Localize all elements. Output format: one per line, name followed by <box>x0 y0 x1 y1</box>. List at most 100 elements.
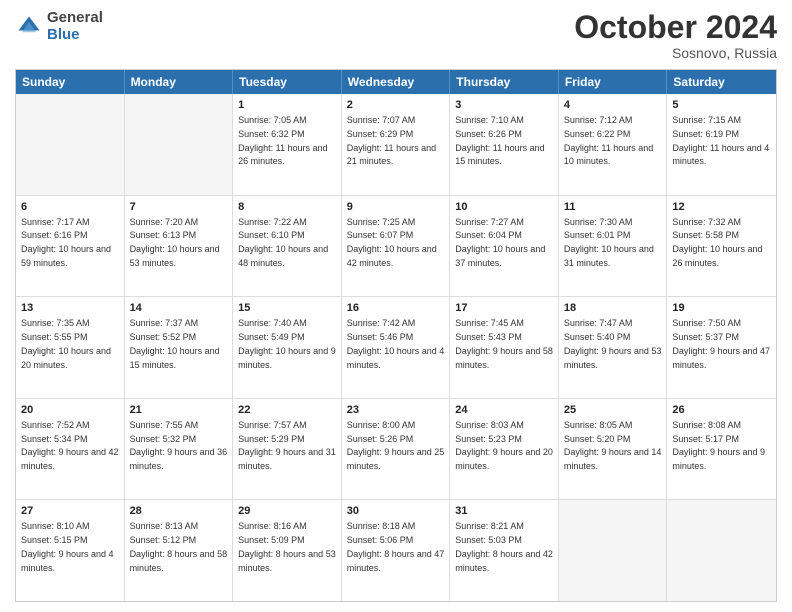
day-number: 14 <box>130 301 228 316</box>
calendar-row-1: 6 Sunrise: 7:17 AM Sunset: 6:16 PM Daylig… <box>16 196 776 298</box>
sun-info: Sunrise: 8:13 AM Sunset: 5:12 PM Dayligh… <box>130 521 228 572</box>
day-cell-19: 19 Sunrise: 7:50 AM Sunset: 5:37 PM Dayli… <box>667 297 776 398</box>
sun-info: Sunrise: 7:57 AM Sunset: 5:29 PM Dayligh… <box>238 420 336 471</box>
sun-info: Sunrise: 8:21 AM Sunset: 5:03 PM Dayligh… <box>455 521 553 572</box>
sun-info: Sunrise: 8:16 AM Sunset: 5:09 PM Dayligh… <box>238 521 336 572</box>
day-number: 20 <box>21 403 119 418</box>
sun-info: Sunrise: 8:00 AM Sunset: 5:26 PM Dayligh… <box>347 420 445 471</box>
day-number: 19 <box>672 301 771 316</box>
day-number: 2 <box>347 98 445 113</box>
location: Sosnovo, Russia <box>574 45 777 61</box>
day-cell-1: 1 Sunrise: 7:05 AM Sunset: 6:32 PM Daylig… <box>233 94 342 195</box>
logo-general-text: General <box>47 9 103 26</box>
day-cell-28: 28 Sunrise: 8:13 AM Sunset: 5:12 PM Dayli… <box>125 500 234 601</box>
sun-info: Sunrise: 8:03 AM Sunset: 5:23 PM Dayligh… <box>455 420 553 471</box>
sun-info: Sunrise: 7:10 AM Sunset: 6:26 PM Dayligh… <box>455 115 544 166</box>
sun-info: Sunrise: 7:30 AM Sunset: 6:01 PM Dayligh… <box>564 217 654 268</box>
day-cell-14: 14Sunrise: 7:37 AM Sunset: 5:52 PM Dayli… <box>125 297 234 398</box>
day-number: 8 <box>238 200 336 215</box>
day-cell-13: 13Sunrise: 7:35 AM Sunset: 5:55 PM Dayli… <box>16 297 125 398</box>
weekday-header-saturday: Saturday <box>667 70 776 94</box>
day-number: 28 <box>130 504 228 519</box>
day-number: 22 <box>238 403 336 418</box>
day-cell-29: 29Sunrise: 8:16 AM Sunset: 5:09 PM Dayli… <box>233 500 342 601</box>
calendar-header-row: SundayMondayTuesdayWednesdayThursdayFrid… <box>16 70 776 94</box>
month-title: October 2024 <box>574 10 777 45</box>
day-cell-empty-4-5 <box>559 500 668 601</box>
day-number: 3 <box>455 98 553 113</box>
sun-info: Sunrise: 7:20 AM Sunset: 6:13 PM Dayligh… <box>130 217 220 268</box>
day-cell-15: 15 Sunrise: 7:40 AM Sunset: 5:49 PM Dayli… <box>233 297 342 398</box>
sun-info: Sunrise: 7:40 AM Sunset: 5:49 PM Dayligh… <box>238 318 336 369</box>
day-number: 23 <box>347 403 445 418</box>
day-number: 24 <box>455 403 553 418</box>
day-number: 17 <box>455 301 553 316</box>
logo: General Blue <box>15 10 103 43</box>
day-cell-2: 2Sunrise: 7:07 AM Sunset: 6:29 PM Daylig… <box>342 94 451 195</box>
day-number: 30 <box>347 504 445 519</box>
logo-icon <box>15 13 43 41</box>
day-number: 4 <box>564 98 662 113</box>
sun-info: Sunrise: 7:12 AM Sunset: 6:22 PM Dayligh… <box>564 115 653 166</box>
day-cell-18: 18Sunrise: 7:47 AM Sunset: 5:40 PM Dayli… <box>559 297 668 398</box>
day-number: 11 <box>564 200 662 215</box>
sun-info: Sunrise: 8:10 AM Sunset: 5:15 PM Dayligh… <box>21 521 114 572</box>
day-cell-3: 3 Sunrise: 7:10 AM Sunset: 6:26 PM Daylig… <box>450 94 559 195</box>
day-number: 21 <box>130 403 228 418</box>
day-number: 15 <box>238 301 336 316</box>
sun-info: Sunrise: 8:05 AM Sunset: 5:20 PM Dayligh… <box>564 420 662 471</box>
day-number: 9 <box>347 200 445 215</box>
day-cell-empty-0-0 <box>16 94 125 195</box>
day-number: 25 <box>564 403 662 418</box>
day-cell-27: 27 Sunrise: 8:10 AM Sunset: 5:15 PM Dayli… <box>16 500 125 601</box>
day-cell-empty-4-6 <box>667 500 776 601</box>
page: General Blue October 2024 Sosnovo, Russi… <box>0 0 792 612</box>
sun-info: Sunrise: 7:45 AM Sunset: 5:43 PM Dayligh… <box>455 318 553 369</box>
day-cell-6: 6 Sunrise: 7:17 AM Sunset: 6:16 PM Daylig… <box>16 196 125 297</box>
sun-info: Sunrise: 7:47 AM Sunset: 5:40 PM Dayligh… <box>564 318 662 369</box>
day-number: 31 <box>455 504 553 519</box>
weekday-header-friday: Friday <box>559 70 668 94</box>
sun-info: Sunrise: 7:32 AM Sunset: 5:58 PM Dayligh… <box>672 217 762 268</box>
day-cell-30: 30 Sunrise: 8:18 AM Sunset: 5:06 PM Dayli… <box>342 500 451 601</box>
day-cell-4: 4 Sunrise: 7:12 AM Sunset: 6:22 PM Daylig… <box>559 94 668 195</box>
day-cell-empty-0-1 <box>125 94 234 195</box>
day-cell-12: 12 Sunrise: 7:32 AM Sunset: 5:58 PM Dayli… <box>667 196 776 297</box>
sun-info: Sunrise: 7:50 AM Sunset: 5:37 PM Dayligh… <box>672 318 770 369</box>
day-cell-22: 22 Sunrise: 7:57 AM Sunset: 5:29 PM Dayli… <box>233 399 342 500</box>
calendar-body: 1 Sunrise: 7:05 AM Sunset: 6:32 PM Daylig… <box>16 94 776 601</box>
logo-blue-text: Blue <box>47 26 80 43</box>
day-cell-10: 10Sunrise: 7:27 AM Sunset: 6:04 PM Dayli… <box>450 196 559 297</box>
day-cell-20: 20 Sunrise: 7:52 AM Sunset: 5:34 PM Dayli… <box>16 399 125 500</box>
day-number: 12 <box>672 200 771 215</box>
day-cell-16: 16 Sunrise: 7:42 AM Sunset: 5:46 PM Dayli… <box>342 297 451 398</box>
sun-info: Sunrise: 7:15 AM Sunset: 6:19 PM Dayligh… <box>672 115 769 166</box>
calendar: SundayMondayTuesdayWednesdayThursdayFrid… <box>15 69 777 602</box>
sun-info: Sunrise: 7:17 AM Sunset: 6:16 PM Dayligh… <box>21 217 111 268</box>
day-cell-8: 8Sunrise: 7:22 AM Sunset: 6:10 PM Daylig… <box>233 196 342 297</box>
day-number: 13 <box>21 301 119 316</box>
sun-info: Sunrise: 8:18 AM Sunset: 5:06 PM Dayligh… <box>347 521 445 572</box>
calendar-row-0: 1 Sunrise: 7:05 AM Sunset: 6:32 PM Daylig… <box>16 94 776 196</box>
day-number: 5 <box>672 98 771 113</box>
day-cell-31: 31 Sunrise: 8:21 AM Sunset: 5:03 PM Dayli… <box>450 500 559 601</box>
day-number: 27 <box>21 504 119 519</box>
sun-info: Sunrise: 7:25 AM Sunset: 6:07 PM Dayligh… <box>347 217 437 268</box>
sun-info: Sunrise: 7:52 AM Sunset: 5:34 PM Dayligh… <box>21 420 119 471</box>
title-block: October 2024 Sosnovo, Russia <box>574 10 777 61</box>
day-cell-5: 5 Sunrise: 7:15 AM Sunset: 6:19 PM Daylig… <box>667 94 776 195</box>
day-number: 1 <box>238 98 336 113</box>
day-cell-23: 23 Sunrise: 8:00 AM Sunset: 5:26 PM Dayli… <box>342 399 451 500</box>
day-cell-25: 25 Sunrise: 8:05 AM Sunset: 5:20 PM Dayli… <box>559 399 668 500</box>
day-number: 16 <box>347 301 445 316</box>
day-number: 6 <box>21 200 119 215</box>
day-cell-17: 17 Sunrise: 7:45 AM Sunset: 5:43 PM Dayli… <box>450 297 559 398</box>
day-cell-21: 21 Sunrise: 7:55 AM Sunset: 5:32 PM Dayli… <box>125 399 234 500</box>
sun-info: Sunrise: 7:55 AM Sunset: 5:32 PM Dayligh… <box>130 420 228 471</box>
day-number: 26 <box>672 403 771 418</box>
day-cell-7: 7Sunrise: 7:20 AM Sunset: 6:13 PM Daylig… <box>125 196 234 297</box>
sun-info: Sunrise: 7:05 AM Sunset: 6:32 PM Dayligh… <box>238 115 327 166</box>
weekday-header-monday: Monday <box>125 70 234 94</box>
day-number: 10 <box>455 200 553 215</box>
sun-info: Sunrise: 7:42 AM Sunset: 5:46 PM Dayligh… <box>347 318 445 369</box>
